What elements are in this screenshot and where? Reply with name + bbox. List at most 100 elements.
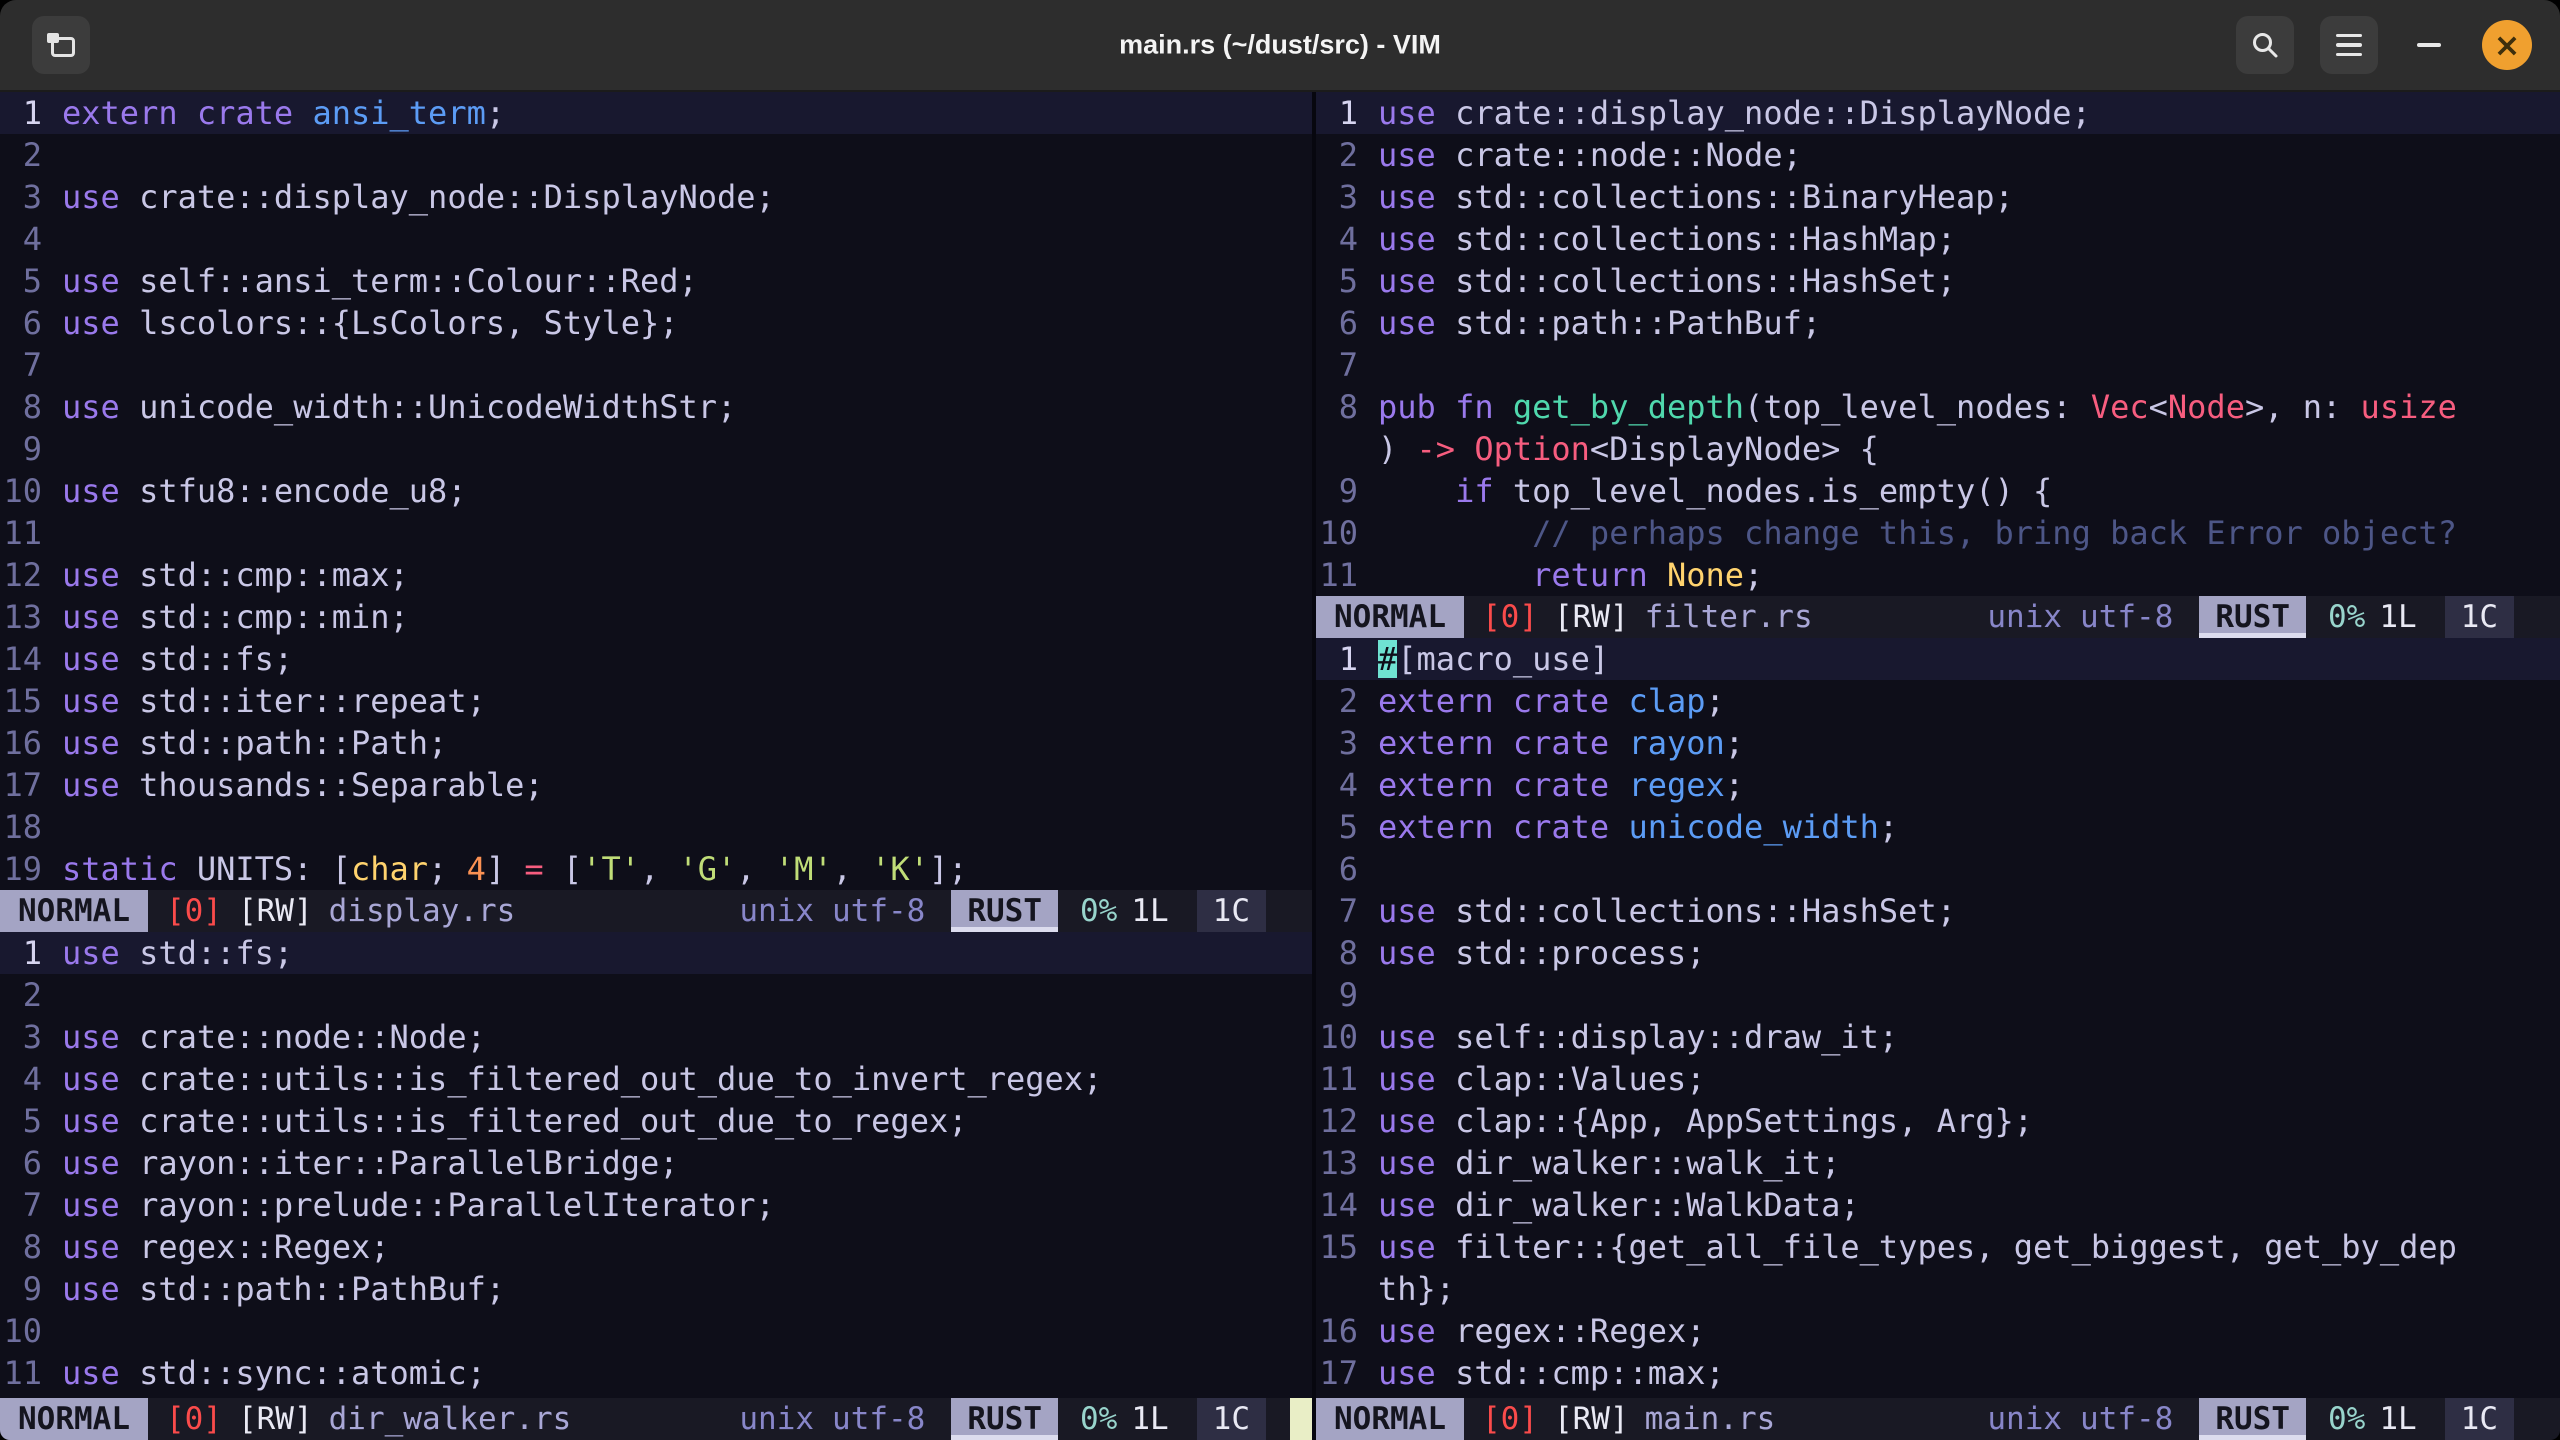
code-line[interactable]: 15use filter::{get_all_file_types, get_b… — [1316, 1226, 2560, 1268]
code-line[interactable]: 2 — [0, 974, 1312, 1016]
line-number: 10 — [1316, 512, 1378, 554]
code-line[interactable]: 15use std::iter::repeat; — [0, 680, 1312, 722]
line-number: 13 — [0, 596, 62, 638]
minimize-button[interactable] — [2404, 16, 2454, 74]
line-count: 1L — [1131, 890, 1168, 932]
statusline-right: unix utf-8 RUST 0% 1L 1C — [1987, 1398, 2560, 1440]
close-icon: × — [2494, 29, 2521, 61]
code-line[interactable]: 5use self::ansi_term::Colour::Red; — [0, 260, 1312, 302]
code-line[interactable]: 8use regex::Regex; — [0, 1226, 1312, 1268]
code-line[interactable]: 7use rayon::prelude::ParallelIterator; — [0, 1184, 1312, 1226]
code-line[interactable]: 12use clap::{App, AppSettings, Arg}; — [1316, 1100, 2560, 1142]
code-area[interactable]: 1use std::fs;23use crate::node::Node;4us… — [0, 932, 1312, 1398]
statusline-right: unix utf-8 RUST 0% 1L 1C — [739, 890, 1312, 932]
code-line[interactable]: 2use crate::node::Node; — [1316, 134, 2560, 176]
register-indicator: [0] — [166, 1398, 222, 1440]
code-line[interactable]: 17use std::cmp::max; — [1316, 1352, 2560, 1394]
code-line[interactable]: 6use rayon::iter::ParallelBridge; — [0, 1142, 1312, 1184]
line-number: 9 — [0, 428, 62, 470]
code-text: use rayon::iter::ParallelBridge; — [62, 1144, 679, 1182]
code-line[interactable]: 4 — [0, 218, 1312, 260]
code-area[interactable]: 1extern crate ansi_term;23use crate::dis… — [0, 92, 1312, 890]
code-line[interactable]: 10 — [0, 1310, 1312, 1352]
code-area[interactable]: 1use crate::display_node::DisplayNode;2u… — [1316, 92, 2560, 596]
search-button[interactable] — [2236, 16, 2294, 74]
code-line[interactable]: 13use std::cmp::min; — [0, 596, 1312, 638]
line-number: 6 — [1316, 848, 1378, 890]
scroll-percent: 0% — [2328, 596, 2365, 638]
code-line[interactable]: 11use clap::Values; — [1316, 1058, 2560, 1100]
line-number: 5 — [0, 1100, 62, 1142]
code-line[interactable]: 3use std::collections::BinaryHeap; — [1316, 176, 2560, 218]
code-line[interactable]: 6use lscolors::{LsColors, Style}; — [0, 302, 1312, 344]
code-line[interactable]: 8use std::process; — [1316, 932, 2560, 974]
vim-window: main.rs (~/dust/src) - VIM × 1extern cr — [0, 0, 2560, 1440]
line-number: 6 — [0, 1142, 62, 1184]
code-line[interactable]: 7use std::collections::HashSet; — [1316, 890, 2560, 932]
code-area[interactable]: 1#[macro_use]2extern crate clap;3extern … — [1316, 638, 2560, 1398]
code-line[interactable]: 3extern crate rayon; — [1316, 722, 2560, 764]
code-line[interactable]: 3use crate::node::Node; — [0, 1016, 1312, 1058]
code-line[interactable]: 6use std::path::PathBuf; — [1316, 302, 2560, 344]
code-line[interactable]: 7 — [0, 344, 1312, 386]
code-line[interactable]: 17use thousands::Separable; — [0, 764, 1312, 806]
code-line[interactable]: 1use crate::display_node::DisplayNode; — [1316, 92, 2560, 134]
mode-indicator: NORMAL — [0, 890, 148, 932]
code-line[interactable]: 18 — [0, 806, 1312, 848]
code-line[interactable]: 5use std::collections::HashSet; — [1316, 260, 2560, 302]
editor-pane-display-rs: 1extern crate ansi_term;23use crate::dis… — [0, 92, 1312, 932]
code-line[interactable]: 9 if top_level_nodes.is_empty() { — [1316, 470, 2560, 512]
code-line[interactable]: 9use std::path::PathBuf; — [0, 1268, 1312, 1310]
search-icon — [2251, 31, 2279, 59]
code-line[interactable]: th}; — [1316, 1268, 2560, 1310]
code-line[interactable]: 10use stfu8::encode_u8; — [0, 470, 1312, 512]
code-line[interactable]: 16use regex::Regex; — [1316, 1310, 2560, 1352]
scroll-percent: 0% — [1080, 1398, 1117, 1440]
window-stack-button[interactable] — [32, 16, 90, 74]
line-number: 2 — [0, 134, 62, 176]
code-line[interactable]: 2extern crate clap; — [1316, 680, 2560, 722]
code-text: return None; — [1378, 556, 1763, 594]
code-line[interactable]: 6 — [1316, 848, 2560, 890]
code-text: use std::process; — [1378, 934, 1706, 972]
code-line[interactable]: 12use std::cmp::max; — [0, 554, 1312, 596]
menu-button[interactable] — [2320, 16, 2378, 74]
column-indicator: 1C — [2445, 1398, 2514, 1440]
code-line[interactable]: 2 — [0, 134, 1312, 176]
code-text: use thousands::Separable; — [62, 766, 544, 804]
readwrite-flag: [RW] — [238, 890, 313, 932]
code-line[interactable]: 4use std::collections::HashMap; — [1316, 218, 2560, 260]
code-line[interactable]: 5extern crate unicode_width; — [1316, 806, 2560, 848]
code-line[interactable]: 14use std::fs; — [0, 638, 1312, 680]
code-line[interactable]: 1extern crate ansi_term; — [0, 92, 1312, 134]
code-line[interactable]: 9 — [0, 428, 1312, 470]
filetype-badge: RUST — [951, 890, 1058, 932]
code-line[interactable]: 8use unicode_width::UnicodeWidthStr; — [0, 386, 1312, 428]
code-line[interactable]: 11 return None; — [1316, 554, 2560, 596]
code-line[interactable]: 19static UNITS: [char; 4] = ['T', 'G', '… — [0, 848, 1312, 890]
close-button[interactable]: × — [2482, 20, 2532, 70]
code-line[interactable]: 13use dir_walker::walk_it; — [1316, 1142, 2560, 1184]
code-line[interactable]: 8pub fn get_by_depth(top_level_nodes: Ve… — [1316, 386, 2560, 428]
code-line[interactable]: ) -> Option<DisplayNode> { — [1316, 428, 2560, 470]
code-line[interactable]: 4use crate::utils::is_filtered_out_due_t… — [0, 1058, 1312, 1100]
code-line[interactable]: 3use crate::display_node::DisplayNode; — [0, 176, 1312, 218]
line-number: 1 — [1316, 92, 1378, 134]
line-count: 1L — [1131, 1398, 1168, 1440]
code-line[interactable]: 1use std::fs; — [0, 932, 1312, 974]
code-line[interactable]: 7 — [1316, 344, 2560, 386]
line-number: 5 — [0, 260, 62, 302]
code-text: pub fn get_by_depth(top_level_nodes: Vec… — [1378, 388, 2457, 426]
code-line[interactable]: 10use self::display::draw_it; — [1316, 1016, 2560, 1058]
code-line[interactable]: 11 — [0, 512, 1312, 554]
code-line[interactable]: 1#[macro_use] — [1316, 638, 2560, 680]
code-line[interactable]: 4extern crate regex; — [1316, 764, 2560, 806]
code-line[interactable]: 5use crate::utils::is_filtered_out_due_t… — [0, 1100, 1312, 1142]
code-line[interactable]: 9 — [1316, 974, 2560, 1016]
code-line[interactable]: 11use std::sync::atomic; — [0, 1352, 1312, 1394]
code-line[interactable]: 14use dir_walker::WalkData; — [1316, 1184, 2560, 1226]
code-line[interactable]: 16use std::path::Path; — [0, 722, 1312, 764]
code-text: use unicode_width::UnicodeWidthStr; — [62, 388, 736, 426]
titlebar[interactable]: main.rs (~/dust/src) - VIM × — [0, 0, 2560, 92]
code-line[interactable]: 10 // perhaps change this, bring back Er… — [1316, 512, 2560, 554]
